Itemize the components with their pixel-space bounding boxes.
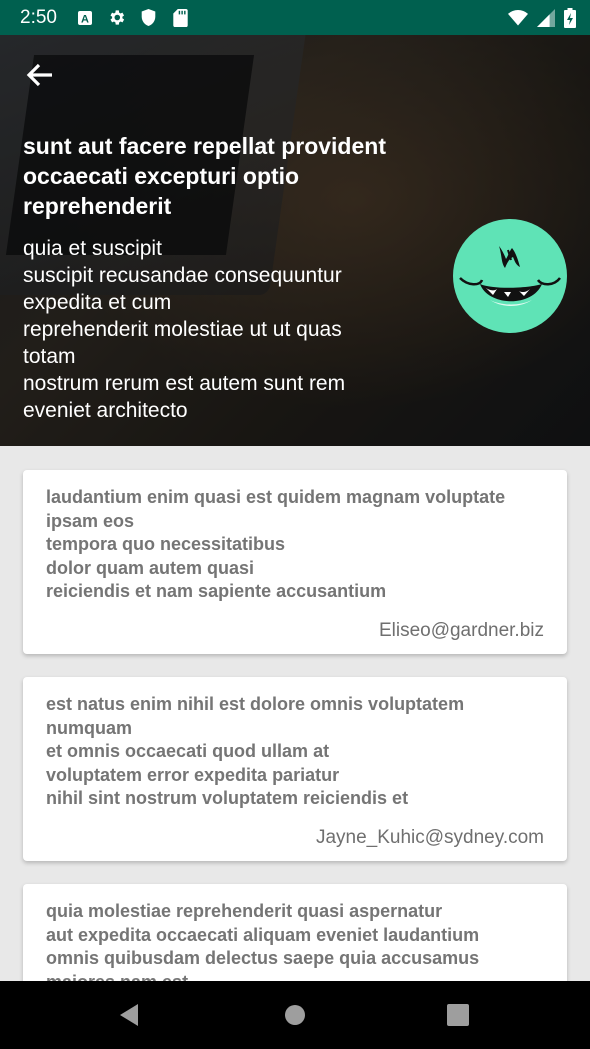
navigation-bar bbox=[0, 981, 590, 1049]
nav-recents-button[interactable] bbox=[444, 1001, 472, 1029]
comment-card[interactable]: est natus enim nihil est dolore omnis vo… bbox=[23, 677, 567, 861]
status-bar: 2:50 A bbox=[0, 0, 590, 35]
comment-card[interactable]: laudantium enim quasi est quidem magnam … bbox=[23, 470, 567, 654]
post-title: sunt aut facere repellat provident occae… bbox=[23, 133, 386, 219]
square-recents-icon bbox=[447, 1004, 469, 1026]
comment-card[interactable]: quia molestiae reprehenderit quasi asper… bbox=[23, 884, 567, 981]
triangle-back-icon bbox=[120, 1004, 138, 1026]
back-button[interactable] bbox=[24, 61, 56, 89]
arrow-left-icon bbox=[26, 63, 52, 87]
comment-list[interactable]: laudantium enim quasi est quidem magnam … bbox=[0, 446, 590, 981]
circle-home-icon bbox=[285, 1005, 305, 1025]
a-box-icon: A bbox=[75, 8, 95, 28]
comment-body: quia molestiae reprehenderit quasi asper… bbox=[46, 901, 480, 981]
comment-body: est natus enim nihil est dolore omnis vo… bbox=[46, 694, 465, 808]
comment-body: laudantium enim quasi est quidem magnam … bbox=[46, 487, 506, 601]
post-header: sunt aut facere repellat provident occae… bbox=[0, 35, 590, 446]
shield-icon bbox=[139, 8, 159, 28]
monster-avatar-icon bbox=[453, 219, 567, 333]
comment-email: Eliseo@gardner.biz bbox=[378, 620, 544, 641]
svg-text:A: A bbox=[81, 13, 89, 25]
post-body: quia et suscipit suscipit recusandae con… bbox=[23, 237, 346, 422]
battery-icon bbox=[564, 7, 576, 28]
avatar bbox=[452, 218, 568, 334]
wifi-icon bbox=[508, 8, 528, 28]
nav-home-button[interactable] bbox=[281, 1001, 309, 1029]
status-time: 2:50 bbox=[20, 6, 57, 28]
nav-back-button[interactable] bbox=[116, 1001, 144, 1029]
comment-email: Jayne_Kuhic@sydney.com bbox=[315, 827, 544, 848]
sd-card-icon bbox=[171, 8, 191, 28]
signal-icon bbox=[536, 8, 556, 28]
gear-icon bbox=[107, 8, 127, 28]
